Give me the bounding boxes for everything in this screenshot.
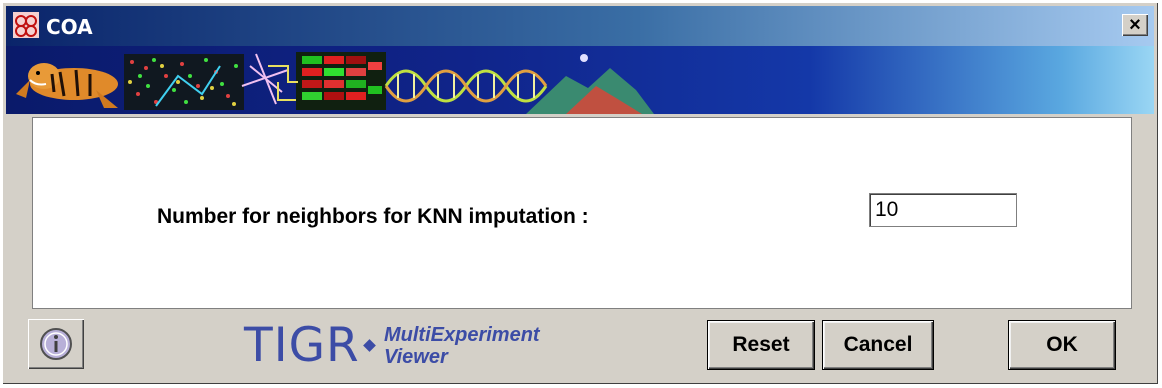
close-button[interactable]: × bbox=[1122, 14, 1148, 36]
heatmap-image bbox=[268, 52, 386, 110]
cancel-button[interactable]: Cancel bbox=[822, 320, 934, 370]
close-icon: × bbox=[1129, 14, 1141, 36]
ok-button-label: OK bbox=[1046, 333, 1078, 356]
logo-subtitle-line2: Viewer bbox=[384, 346, 448, 368]
reset-button-label: Reset bbox=[732, 333, 790, 356]
burst-image bbox=[241, 53, 289, 105]
logo-subtitle: MultiExperiment Viewer bbox=[384, 324, 540, 368]
dialog-window: COA × Number for neighbors for KNN imput… bbox=[2, 2, 1158, 384]
dna-image bbox=[384, 69, 548, 103]
tiger-image bbox=[16, 63, 118, 108]
parameter-panel: Number for neighbors for KNN imputation … bbox=[32, 117, 1132, 309]
logo-dot-icon bbox=[363, 339, 376, 352]
banner-artwork bbox=[16, 52, 654, 114]
ok-button[interactable]: OK bbox=[1008, 320, 1116, 370]
logo-tigr-text: TIGR bbox=[244, 318, 360, 373]
microarray-image bbox=[124, 54, 244, 110]
reset-button[interactable]: Reset bbox=[707, 320, 815, 370]
window-title: COA bbox=[46, 15, 93, 39]
knn-neighbors-label: Number for neighbors for KNN imputation … bbox=[157, 205, 589, 228]
header-banner bbox=[6, 46, 1154, 114]
cancel-button-label: Cancel bbox=[843, 333, 913, 356]
tigr-logo: TIGR MultiExperiment Viewer bbox=[244, 318, 624, 374]
app-icon bbox=[12, 11, 40, 39]
title-bar[interactable]: COA × bbox=[6, 6, 1154, 46]
info-button[interactable] bbox=[28, 319, 84, 369]
knn-neighbors-input[interactable] bbox=[869, 193, 1017, 227]
logo-subtitle-line1: MultiExperiment bbox=[384, 324, 540, 346]
info-icon bbox=[40, 328, 72, 360]
